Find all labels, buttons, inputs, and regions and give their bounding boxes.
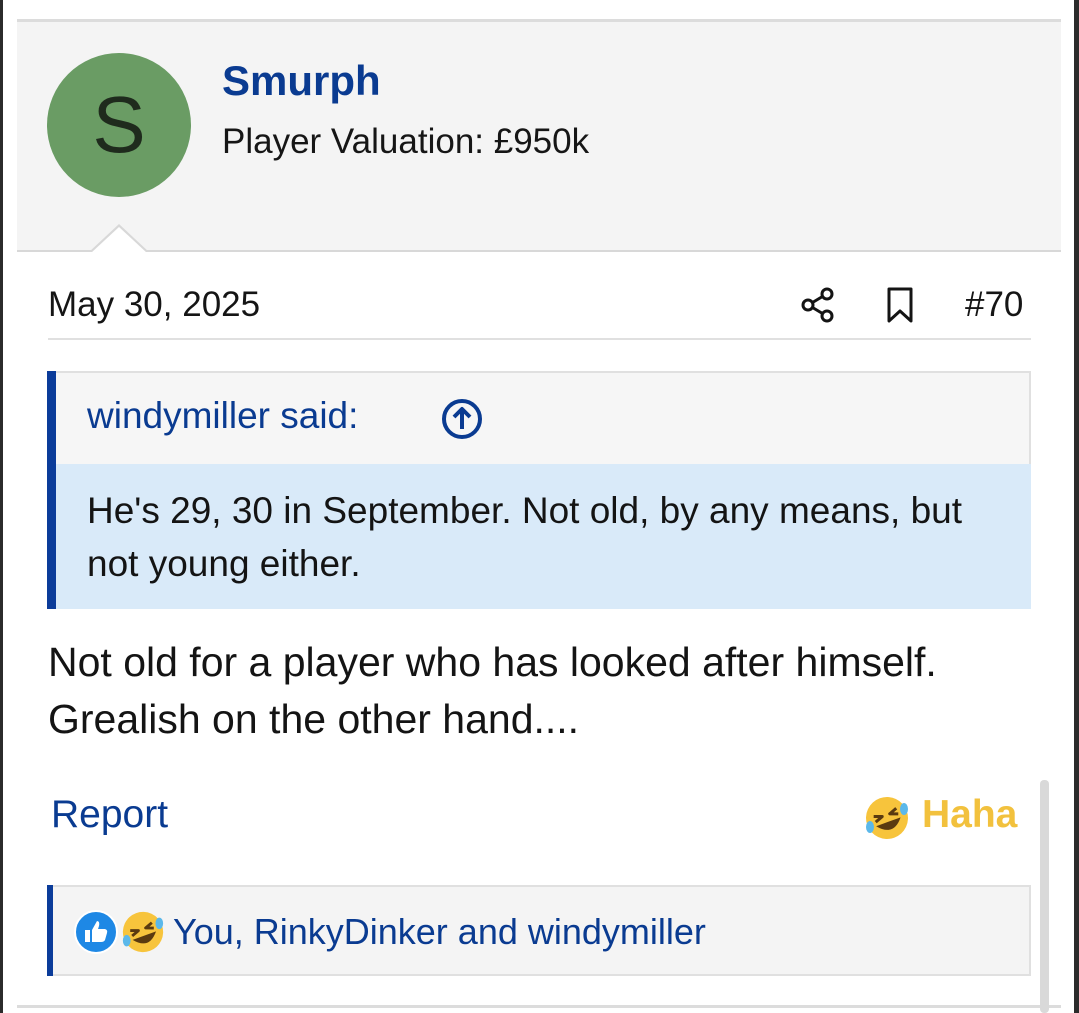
quote-author-link[interactable]: windymiller said: bbox=[87, 395, 358, 437]
quote-jump-icon[interactable] bbox=[440, 397, 484, 441]
haha-emoji-icon[interactable] bbox=[863, 794, 911, 842]
haha-reaction-icon[interactable] bbox=[120, 909, 166, 955]
post-number-link[interactable]: #70 bbox=[965, 285, 1023, 325]
reactions-accent-bar bbox=[47, 885, 53, 976]
window-frame-left bbox=[0, 0, 3, 1013]
bookmark-icon[interactable] bbox=[884, 286, 916, 324]
header-pointer bbox=[91, 227, 147, 253]
username-link[interactable]: Smurph bbox=[222, 57, 381, 105]
user-title: Player Valuation: £950k bbox=[222, 122, 590, 161]
post-message: Not old for a player who has looked afte… bbox=[48, 639, 937, 742]
reactions-bar: You, RinkyDinker and windymiller bbox=[47, 885, 1031, 976]
like-reaction-icon[interactable] bbox=[73, 909, 119, 955]
post-date-link[interactable]: May 30, 2025 bbox=[48, 285, 260, 325]
divider-bottom bbox=[17, 1005, 1061, 1008]
haha-reaction-label[interactable]: Haha bbox=[922, 793, 1017, 837]
post-user-header: S Smurph Player Valuation: £950k bbox=[17, 22, 1061, 252]
share-icon[interactable] bbox=[800, 286, 836, 324]
quote-block: windymiller said: He's 29, 30 in Septemb… bbox=[47, 371, 1031, 609]
divider-meta bbox=[48, 338, 1031, 340]
avatar[interactable]: S bbox=[47, 53, 191, 197]
quote-body: He's 29, 30 in September. Not old, by an… bbox=[56, 464, 1031, 609]
reactions-summary-link[interactable]: You, RinkyDinker and windymiller bbox=[173, 911, 706, 953]
report-link[interactable]: Report bbox=[51, 793, 168, 837]
window-frame-right bbox=[1074, 0, 1079, 1013]
quote-accent-bar bbox=[47, 371, 56, 609]
scrollbar-thumb[interactable] bbox=[1040, 780, 1049, 1013]
